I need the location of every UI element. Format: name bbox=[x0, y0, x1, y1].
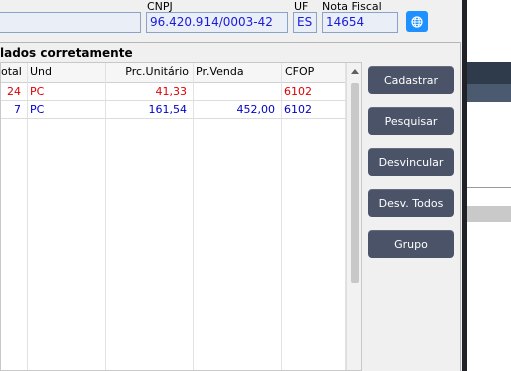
previous-field[interactable] bbox=[0, 12, 141, 33]
scroll-up-icon[interactable] bbox=[347, 65, 362, 79]
desv-todos-button[interactable]: Desv. Todos bbox=[368, 189, 454, 217]
grupo-button[interactable]: Grupo bbox=[368, 230, 454, 258]
cell-cfop: 6102 bbox=[284, 103, 312, 116]
table-row[interactable]: 7 PC 161,54 452,00 6102 bbox=[1, 101, 361, 119]
background-window-divider bbox=[467, 187, 511, 188]
items-grid: otal Und Prc.Unitário Pr.Venda CFOP 24 P… bbox=[0, 62, 362, 371]
desvincular-button[interactable]: Desvincular bbox=[368, 148, 454, 176]
table-row[interactable]: 24 PC 41,33 6102 bbox=[1, 83, 361, 101]
cell-und: PC bbox=[30, 103, 45, 116]
uf-field[interactable]: ES bbox=[293, 12, 317, 33]
cell-und: PC bbox=[30, 85, 45, 98]
background-window-dark-bar bbox=[467, 62, 511, 84]
background-window-header bbox=[467, 84, 511, 102]
cell-cfop: 6102 bbox=[284, 85, 312, 98]
cell-total: 24 bbox=[7, 85, 21, 98]
panel-title: lados corretamente bbox=[0, 46, 133, 60]
cnpj-field[interactable]: 96.420.914/0003-42 bbox=[146, 12, 288, 33]
cadastrar-button[interactable]: Cadastrar bbox=[368, 66, 454, 94]
pesquisar-button[interactable]: Pesquisar bbox=[368, 107, 454, 135]
background-window bbox=[467, 0, 511, 371]
nota-fiscal-field[interactable]: 14654 bbox=[322, 12, 398, 33]
globe-icon bbox=[411, 15, 423, 28]
col-header-prc-unitario[interactable]: Prc.Unitário bbox=[125, 65, 189, 78]
grid-scrollbar[interactable] bbox=[346, 63, 362, 370]
cell-prc-unitario: 161,54 bbox=[148, 103, 188, 116]
cell-pr-venda: 452,00 bbox=[236, 103, 276, 116]
background-window-footer bbox=[467, 206, 511, 222]
col-header-pr-venda[interactable]: Pr.Venda bbox=[196, 65, 244, 78]
col-header-cfop[interactable]: CFOP bbox=[285, 65, 314, 78]
window-divider bbox=[462, 0, 467, 371]
col-header-und[interactable]: Und bbox=[30, 65, 52, 78]
cell-prc-unitario: 41,33 bbox=[155, 85, 188, 98]
globe-button[interactable] bbox=[406, 11, 428, 32]
cell-total: 7 bbox=[14, 103, 21, 116]
scrollbar-thumb[interactable] bbox=[351, 83, 359, 283]
col-header-total[interactable]: otal bbox=[1, 65, 22, 78]
